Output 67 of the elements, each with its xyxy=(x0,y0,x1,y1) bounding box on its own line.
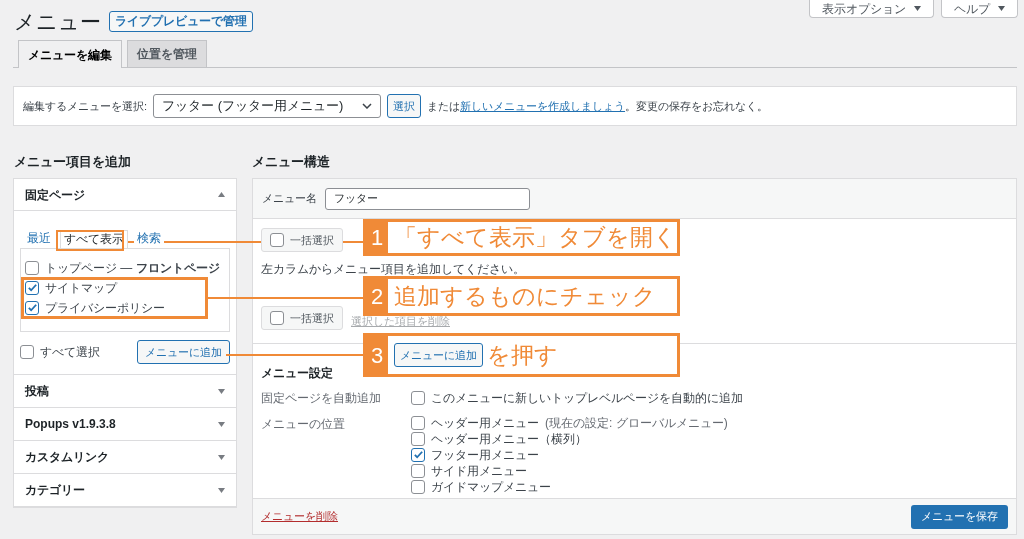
field-label: メニュー名 xyxy=(262,191,317,207)
tab[interactable]: 位置を管理 xyxy=(127,40,207,67)
live-preview-button[interactable]: ライブプレビューで管理 xyxy=(109,10,253,32)
dropdown-tab[interactable]: ヘルプ xyxy=(941,0,1018,18)
create-menu-link[interactable]: 新しいメニューを作成しましょう xyxy=(460,99,626,112)
field-label: 固定ページを自動追加 xyxy=(261,390,382,407)
field-label: 編集するメニューを選択: xyxy=(23,98,148,114)
callout-text: 追加するものにチェック xyxy=(394,284,656,308)
checkbox[interactable] xyxy=(25,300,39,315)
dropdown-tab[interactable]: 表示オプション xyxy=(809,0,934,18)
accordion-header[interactable]: 投稿 xyxy=(14,375,236,408)
caret-icon xyxy=(218,192,225,197)
menu-name-field[interactable]: フッター xyxy=(325,187,530,210)
highlight-frame xyxy=(56,230,124,251)
checkbox[interactable] xyxy=(25,280,39,295)
menu-select-dropdown[interactable]: フッター (フッター用メニュー) xyxy=(153,94,382,118)
accordion-header[interactable]: カテゴリー xyxy=(14,474,236,507)
checkbox-label: すべて選択 xyxy=(40,344,100,361)
callout-text: 「すべて表示」タブを開く xyxy=(394,226,677,249)
caret-icon xyxy=(218,421,225,427)
checkbox[interactable] xyxy=(411,479,425,494)
section-heading: メニュー構造 xyxy=(252,153,331,171)
caret-icon xyxy=(998,6,1005,11)
checkbox[interactable] xyxy=(411,447,425,462)
page-title: メニュー xyxy=(14,10,101,32)
step-number: 1 xyxy=(366,222,388,253)
checkbox[interactable] xyxy=(270,311,284,325)
checkbox-label: フッター用メニュー xyxy=(431,446,539,464)
callout-text: を押す xyxy=(487,343,558,367)
chevron-icon xyxy=(362,103,373,109)
instruction-text: または新しいメニューを作成しましょう。変更の保存をお忘れなく。 xyxy=(427,98,769,114)
save-menu-button[interactable]: メニューを保存 xyxy=(911,504,1008,529)
accordion-header[interactable]: 固定ページ xyxy=(14,179,236,211)
checkbox[interactable] xyxy=(25,260,39,275)
hint-text: 左カラムからメニュー項目を追加してください。 xyxy=(261,262,526,276)
section-heading: メニュー項目を追加 xyxy=(14,153,132,171)
bulk-select-button[interactable]: 一括選択 xyxy=(261,228,343,252)
checkbox[interactable] xyxy=(20,345,34,359)
field-label: メニューの位置 xyxy=(261,416,346,433)
checkbox-label: ヘッダー用メニュー xyxy=(431,414,539,432)
caret-icon xyxy=(218,454,225,460)
caret-icon xyxy=(218,388,225,394)
accordion-header[interactable]: Popups v1.9.3.8 xyxy=(14,408,236,441)
checkbox[interactable] xyxy=(411,415,425,430)
checkbox[interactable] xyxy=(270,233,284,247)
caret-icon xyxy=(218,487,225,493)
checkbox[interactable] xyxy=(411,431,425,446)
checkbox-label: サイド用メニュー xyxy=(431,462,527,480)
checkbox-label: プライバシーポリシー xyxy=(45,299,165,317)
accordion-header[interactable]: カスタムリンク xyxy=(14,441,236,474)
current-setting-note: (現在の設定: グローバルメニュー) xyxy=(545,414,728,432)
step-number: 3 xyxy=(366,336,388,374)
section-heading: メニュー設定 xyxy=(261,365,334,381)
checkbox[interactable] xyxy=(411,391,425,405)
checkbox-label: トップページ — フロントページ xyxy=(45,259,220,277)
checkbox-label: ガイドマップメニュー xyxy=(431,478,551,496)
checkbox[interactable] xyxy=(411,463,425,478)
bulk-select-button[interactable]: 一括選択 xyxy=(261,306,343,330)
delete-menu-link[interactable]: メニューを削除 xyxy=(261,508,338,525)
checkbox-label: ヘッダー用メニュー（横列） xyxy=(431,430,587,448)
caret-icon xyxy=(914,6,921,11)
step-number: 2 xyxy=(366,279,388,313)
checkbox-label: このメニューに新しいトップレベルページを自動的に追加 xyxy=(431,390,743,407)
checkbox-label: サイトマップ xyxy=(45,279,117,297)
add-to-menu-button[interactable]: メニューに追加 xyxy=(137,340,230,364)
tab[interactable]: メニューを編集 xyxy=(18,40,122,68)
select-button[interactable]: 選択 xyxy=(387,94,422,118)
